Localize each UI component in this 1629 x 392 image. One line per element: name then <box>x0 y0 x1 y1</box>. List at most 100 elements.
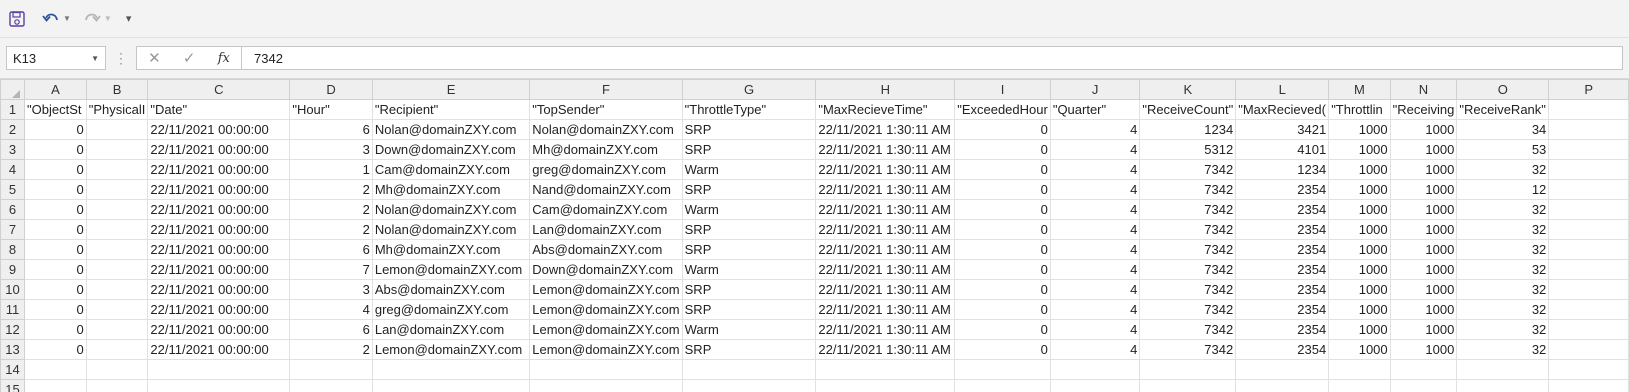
cell-c14[interactable] <box>147 359 291 380</box>
cell-c1[interactable]: "Date" <box>147 99 291 120</box>
cell-b2[interactable] <box>85 119 149 140</box>
cell-o2[interactable]: 34 <box>1456 119 1550 140</box>
cell-a9[interactable]: 0 <box>24 259 87 280</box>
cell-m2[interactable]: 1000 <box>1328 119 1391 140</box>
name-box-value[interactable]: K13 <box>13 51 36 66</box>
cell-g5[interactable]: SRP <box>681 179 817 200</box>
cell-i12[interactable]: 0 <box>954 319 1051 340</box>
cell-a5[interactable]: 0 <box>24 179 87 200</box>
cell-k5[interactable]: 7342 <box>1139 179 1237 200</box>
cell-i8[interactable]: 0 <box>954 239 1051 260</box>
cell-h4[interactable]: 22/11/2021 1:30:11 AM <box>815 159 956 180</box>
cell-j3[interactable]: 4 <box>1049 139 1141 160</box>
cell-g3[interactable]: SRP <box>681 139 817 160</box>
cell-c2[interactable]: 22/11/2021 00:00:00 <box>147 119 291 140</box>
cell-b14[interactable] <box>85 359 149 380</box>
row-header-13[interactable]: 13 <box>0 339 26 360</box>
cell-l13[interactable]: 2354 <box>1235 339 1330 360</box>
column-header-p[interactable]: P <box>1548 79 1629 100</box>
row-header-5[interactable]: 5 <box>0 179 26 200</box>
cell-p9[interactable] <box>1548 259 1629 280</box>
cell-g13[interactable]: SRP <box>681 339 817 360</box>
cell-o6[interactable]: 32 <box>1456 199 1550 220</box>
cell-i4[interactable]: 0 <box>954 159 1051 180</box>
redo-button[interactable]: ▼ <box>83 7 112 31</box>
cell-i1[interactable]: "ExceededHour <box>954 99 1051 120</box>
cell-k2[interactable]: 1234 <box>1139 119 1237 140</box>
cell-e6[interactable]: Nolan@domainZXY.com <box>371 199 531 220</box>
cell-p6[interactable] <box>1548 199 1629 220</box>
cell-h8[interactable]: 22/11/2021 1:30:11 AM <box>815 239 956 260</box>
enter-icon[interactable]: ✓ <box>183 49 196 67</box>
column-header-c[interactable]: C <box>147 79 291 100</box>
cell-d3[interactable]: 3 <box>289 139 373 160</box>
row-header-6[interactable]: 6 <box>0 199 26 220</box>
cell-l11[interactable]: 2354 <box>1235 299 1330 320</box>
cell-l4[interactable]: 1234 <box>1235 159 1330 180</box>
cell-g14[interactable] <box>681 359 817 380</box>
select-all-corner[interactable] <box>0 79 26 100</box>
row-header-12[interactable]: 12 <box>0 319 26 340</box>
spreadsheet-grid[interactable]: ABCDEFGHIJKLMNOP 1 "ObjectSt "PhysicalI "Da… <box>0 79 1629 392</box>
cell-i15[interactable] <box>954 379 1051 392</box>
cell-d4[interactable]: 1 <box>289 159 373 180</box>
cell-e5[interactable]: Mh@domainZXY.com <box>371 179 531 200</box>
cell-b10[interactable] <box>85 279 149 300</box>
cell-p5[interactable] <box>1548 179 1629 200</box>
cell-h3[interactable]: 22/11/2021 1:30:11 AM <box>815 139 956 160</box>
cell-a3[interactable]: 0 <box>24 139 87 160</box>
cell-h6[interactable]: 22/11/2021 1:30:11 AM <box>815 199 956 220</box>
cell-i7[interactable]: 0 <box>954 219 1051 240</box>
cell-p11[interactable] <box>1548 299 1629 320</box>
cell-g6[interactable]: Warm <box>681 199 817 220</box>
cell-m11[interactable]: 1000 <box>1328 299 1391 320</box>
cell-j13[interactable]: 4 <box>1049 339 1141 360</box>
row-header-9[interactable]: 9 <box>0 259 26 280</box>
cell-e13[interactable]: Lemon@domainZXY.com <box>371 339 531 360</box>
cell-h14[interactable] <box>815 359 956 380</box>
cell-m12[interactable]: 1000 <box>1328 319 1391 340</box>
cell-d6[interactable]: 2 <box>289 199 373 220</box>
column-header-o[interactable]: O <box>1456 79 1550 100</box>
cell-j1[interactable]: "Quarter" <box>1049 99 1141 120</box>
cell-c13[interactable]: 22/11/2021 00:00:00 <box>147 339 291 360</box>
cell-b11[interactable] <box>85 299 149 320</box>
cell-j7[interactable]: 4 <box>1049 219 1141 240</box>
column-header-f[interactable]: F <box>529 79 683 100</box>
cell-m7[interactable]: 1000 <box>1328 219 1391 240</box>
cell-m14[interactable] <box>1328 359 1391 380</box>
cell-a2[interactable]: 0 <box>24 119 87 140</box>
cell-b1[interactable]: "PhysicalI <box>85 99 149 120</box>
cell-m6[interactable]: 1000 <box>1328 199 1391 220</box>
cell-m10[interactable]: 1000 <box>1328 279 1391 300</box>
cell-f1[interactable]: "TopSender" <box>529 99 683 120</box>
cell-k1[interactable]: "ReceiveCount" <box>1139 99 1237 120</box>
column-header-h[interactable]: H <box>815 79 956 100</box>
cell-i2[interactable]: 0 <box>954 119 1051 140</box>
cell-g9[interactable]: Warm <box>681 259 817 280</box>
cell-b13[interactable] <box>85 339 149 360</box>
cell-h13[interactable]: 22/11/2021 1:30:11 AM <box>815 339 956 360</box>
cell-f3[interactable]: Mh@domainZXY.com <box>529 139 683 160</box>
cell-b4[interactable] <box>85 159 149 180</box>
cell-l1[interactable]: "MaxRecieved( <box>1235 99 1330 120</box>
cell-a7[interactable]: 0 <box>24 219 87 240</box>
cell-l15[interactable] <box>1235 379 1330 392</box>
cell-k11[interactable]: 7342 <box>1139 299 1237 320</box>
cell-p1[interactable] <box>1548 99 1629 120</box>
cell-n13[interactable]: 1000 <box>1389 339 1458 360</box>
cell-o11[interactable]: 32 <box>1456 299 1550 320</box>
column-header-m[interactable]: M <box>1328 79 1391 100</box>
cell-c8[interactable]: 22/11/2021 00:00:00 <box>147 239 291 260</box>
cell-k3[interactable]: 5312 <box>1139 139 1237 160</box>
cell-b8[interactable] <box>85 239 149 260</box>
undo-dropdown-icon[interactable]: ▼ <box>63 14 71 23</box>
cell-k13[interactable]: 7342 <box>1139 339 1237 360</box>
cell-e12[interactable]: Lan@domainZXY.com <box>371 319 531 340</box>
cell-n9[interactable]: 1000 <box>1389 259 1458 280</box>
cell-l5[interactable]: 2354 <box>1235 179 1330 200</box>
cell-d14[interactable] <box>289 359 373 380</box>
cell-j14[interactable] <box>1049 359 1141 380</box>
cell-e2[interactable]: Nolan@domainZXY.com <box>371 119 531 140</box>
column-header-k[interactable]: K <box>1139 79 1237 100</box>
